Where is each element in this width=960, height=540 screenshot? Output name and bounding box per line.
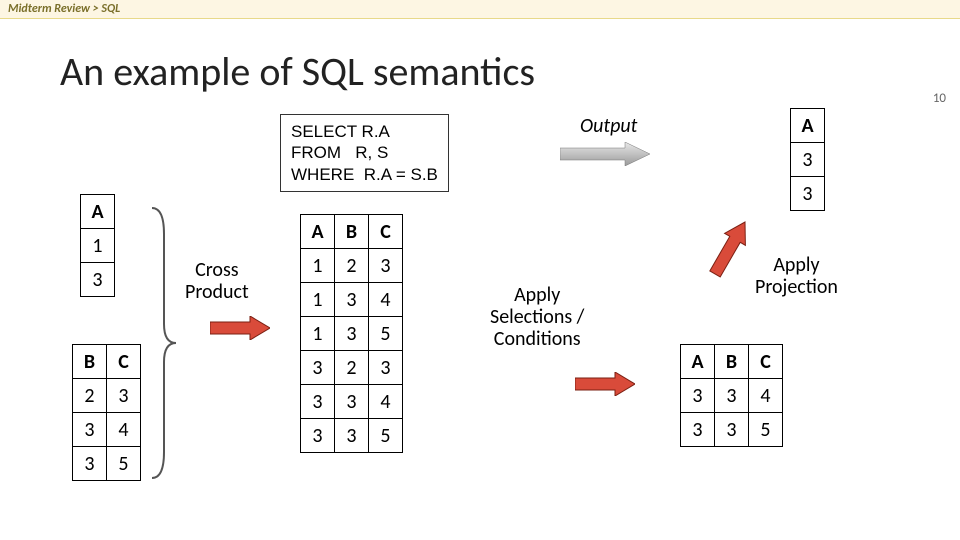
table-cell: 2 (335, 351, 369, 385)
table-row: 323 (301, 351, 403, 385)
table-cell: 1 (301, 317, 335, 351)
table-cell: 4 (107, 413, 141, 447)
table-cell: 3 (301, 351, 335, 385)
table-cell: 3 (335, 385, 369, 419)
table-cell: 3 (681, 413, 715, 447)
table-cell: 5 (107, 447, 141, 481)
table-cell: 2 (73, 379, 107, 413)
table-after-selection: ABC334335 (680, 344, 783, 447)
table-row: 3 (791, 143, 825, 177)
table-cell: 5 (369, 317, 403, 351)
table-row: 35 (73, 447, 141, 481)
table-row: 3 (791, 177, 825, 211)
page-number: 10 (933, 91, 946, 106)
arrow-apply-projection (700, 218, 760, 278)
table-header-cell: C (749, 345, 783, 379)
table-header-cell: B (715, 345, 749, 379)
table-header-cell: A (681, 345, 715, 379)
table-cell: 4 (749, 379, 783, 413)
table-cell: 5 (369, 419, 403, 453)
table-row: 335 (681, 413, 783, 447)
brace-icon (150, 204, 178, 482)
arrow-apply-selections (575, 372, 635, 396)
table-cell: 4 (369, 385, 403, 419)
table-cell: 3 (301, 385, 335, 419)
table-row: 3 (81, 263, 115, 297)
table-cell: 5 (749, 413, 783, 447)
table-cross-product: ABC123134135323334335 (300, 214, 403, 453)
table-cell: 3 (81, 263, 115, 297)
table-row: 335 (301, 419, 403, 453)
table-row: 134 (301, 283, 403, 317)
arrow-cross-product (210, 316, 270, 340)
table-cell: 3 (335, 419, 369, 453)
page-title: An example of SQL semantics (60, 47, 960, 96)
label-apply-proj-2: Projection (755, 276, 838, 298)
table-row: 23 (73, 379, 141, 413)
table-header-cell: B (73, 345, 107, 379)
label-apply-sel-2: Selections / (490, 306, 584, 328)
table-cell: 2 (335, 249, 369, 283)
table-cell: 1 (81, 229, 115, 263)
table-cell: 3 (715, 379, 749, 413)
table-output: A33 (790, 108, 825, 211)
label-cross-product-1: Cross (185, 259, 249, 281)
table-row: 334 (681, 379, 783, 413)
sql-from: FROM R, S (291, 142, 438, 163)
table-header-cell: A (81, 195, 115, 229)
table-cell: 1 (301, 249, 335, 283)
sql-query-box: SELECT R.A FROM R, S WHERE R.A = S.B (280, 114, 449, 192)
label-cross-product-2: Product (185, 281, 249, 303)
table-row: 34 (73, 413, 141, 447)
label-cross-product: Cross Product (185, 259, 249, 303)
label-apply-projection: Apply Projection (755, 254, 838, 298)
table-cell: 3 (791, 143, 825, 177)
table-header-cell: C (369, 215, 403, 249)
table-cell: 1 (301, 283, 335, 317)
table-header-cell: C (107, 345, 141, 379)
arrow-output (560, 142, 650, 166)
table-row: 334 (301, 385, 403, 419)
table-cell: 3 (681, 379, 715, 413)
table-header-cell: A (791, 109, 825, 143)
table-cell: 3 (335, 283, 369, 317)
table-row: 123 (301, 249, 403, 283)
table-cell: 3 (107, 379, 141, 413)
breadcrumb-text: Midterm Review > SQL (8, 2, 120, 16)
table-header-cell: B (335, 215, 369, 249)
label-apply-proj-1: Apply (755, 254, 838, 276)
table-r: A13 (80, 194, 115, 297)
table-cell: 3 (301, 419, 335, 453)
sql-where: WHERE R.A = S.B (291, 164, 438, 185)
table-row: 1 (81, 229, 115, 263)
table-cell: 4 (369, 283, 403, 317)
table-cell: 3 (73, 413, 107, 447)
label-output: Output (580, 114, 637, 138)
breadcrumb: Midterm Review > SQL (0, 0, 960, 19)
table-cell: 3 (73, 447, 107, 481)
table-cell: 3 (791, 177, 825, 211)
label-apply-sel-3: Conditions (490, 328, 584, 350)
table-cell: 3 (369, 351, 403, 385)
label-apply-sel-1: Apply (490, 284, 584, 306)
label-apply-selections: Apply Selections / Conditions (490, 284, 584, 350)
table-row: 135 (301, 317, 403, 351)
sql-select: SELECT R.A (291, 121, 438, 142)
table-cell: 3 (335, 317, 369, 351)
table-header-cell: A (301, 215, 335, 249)
table-cell: 3 (715, 413, 749, 447)
table-cell: 3 (369, 249, 403, 283)
table-s: BC233435 (72, 344, 141, 481)
